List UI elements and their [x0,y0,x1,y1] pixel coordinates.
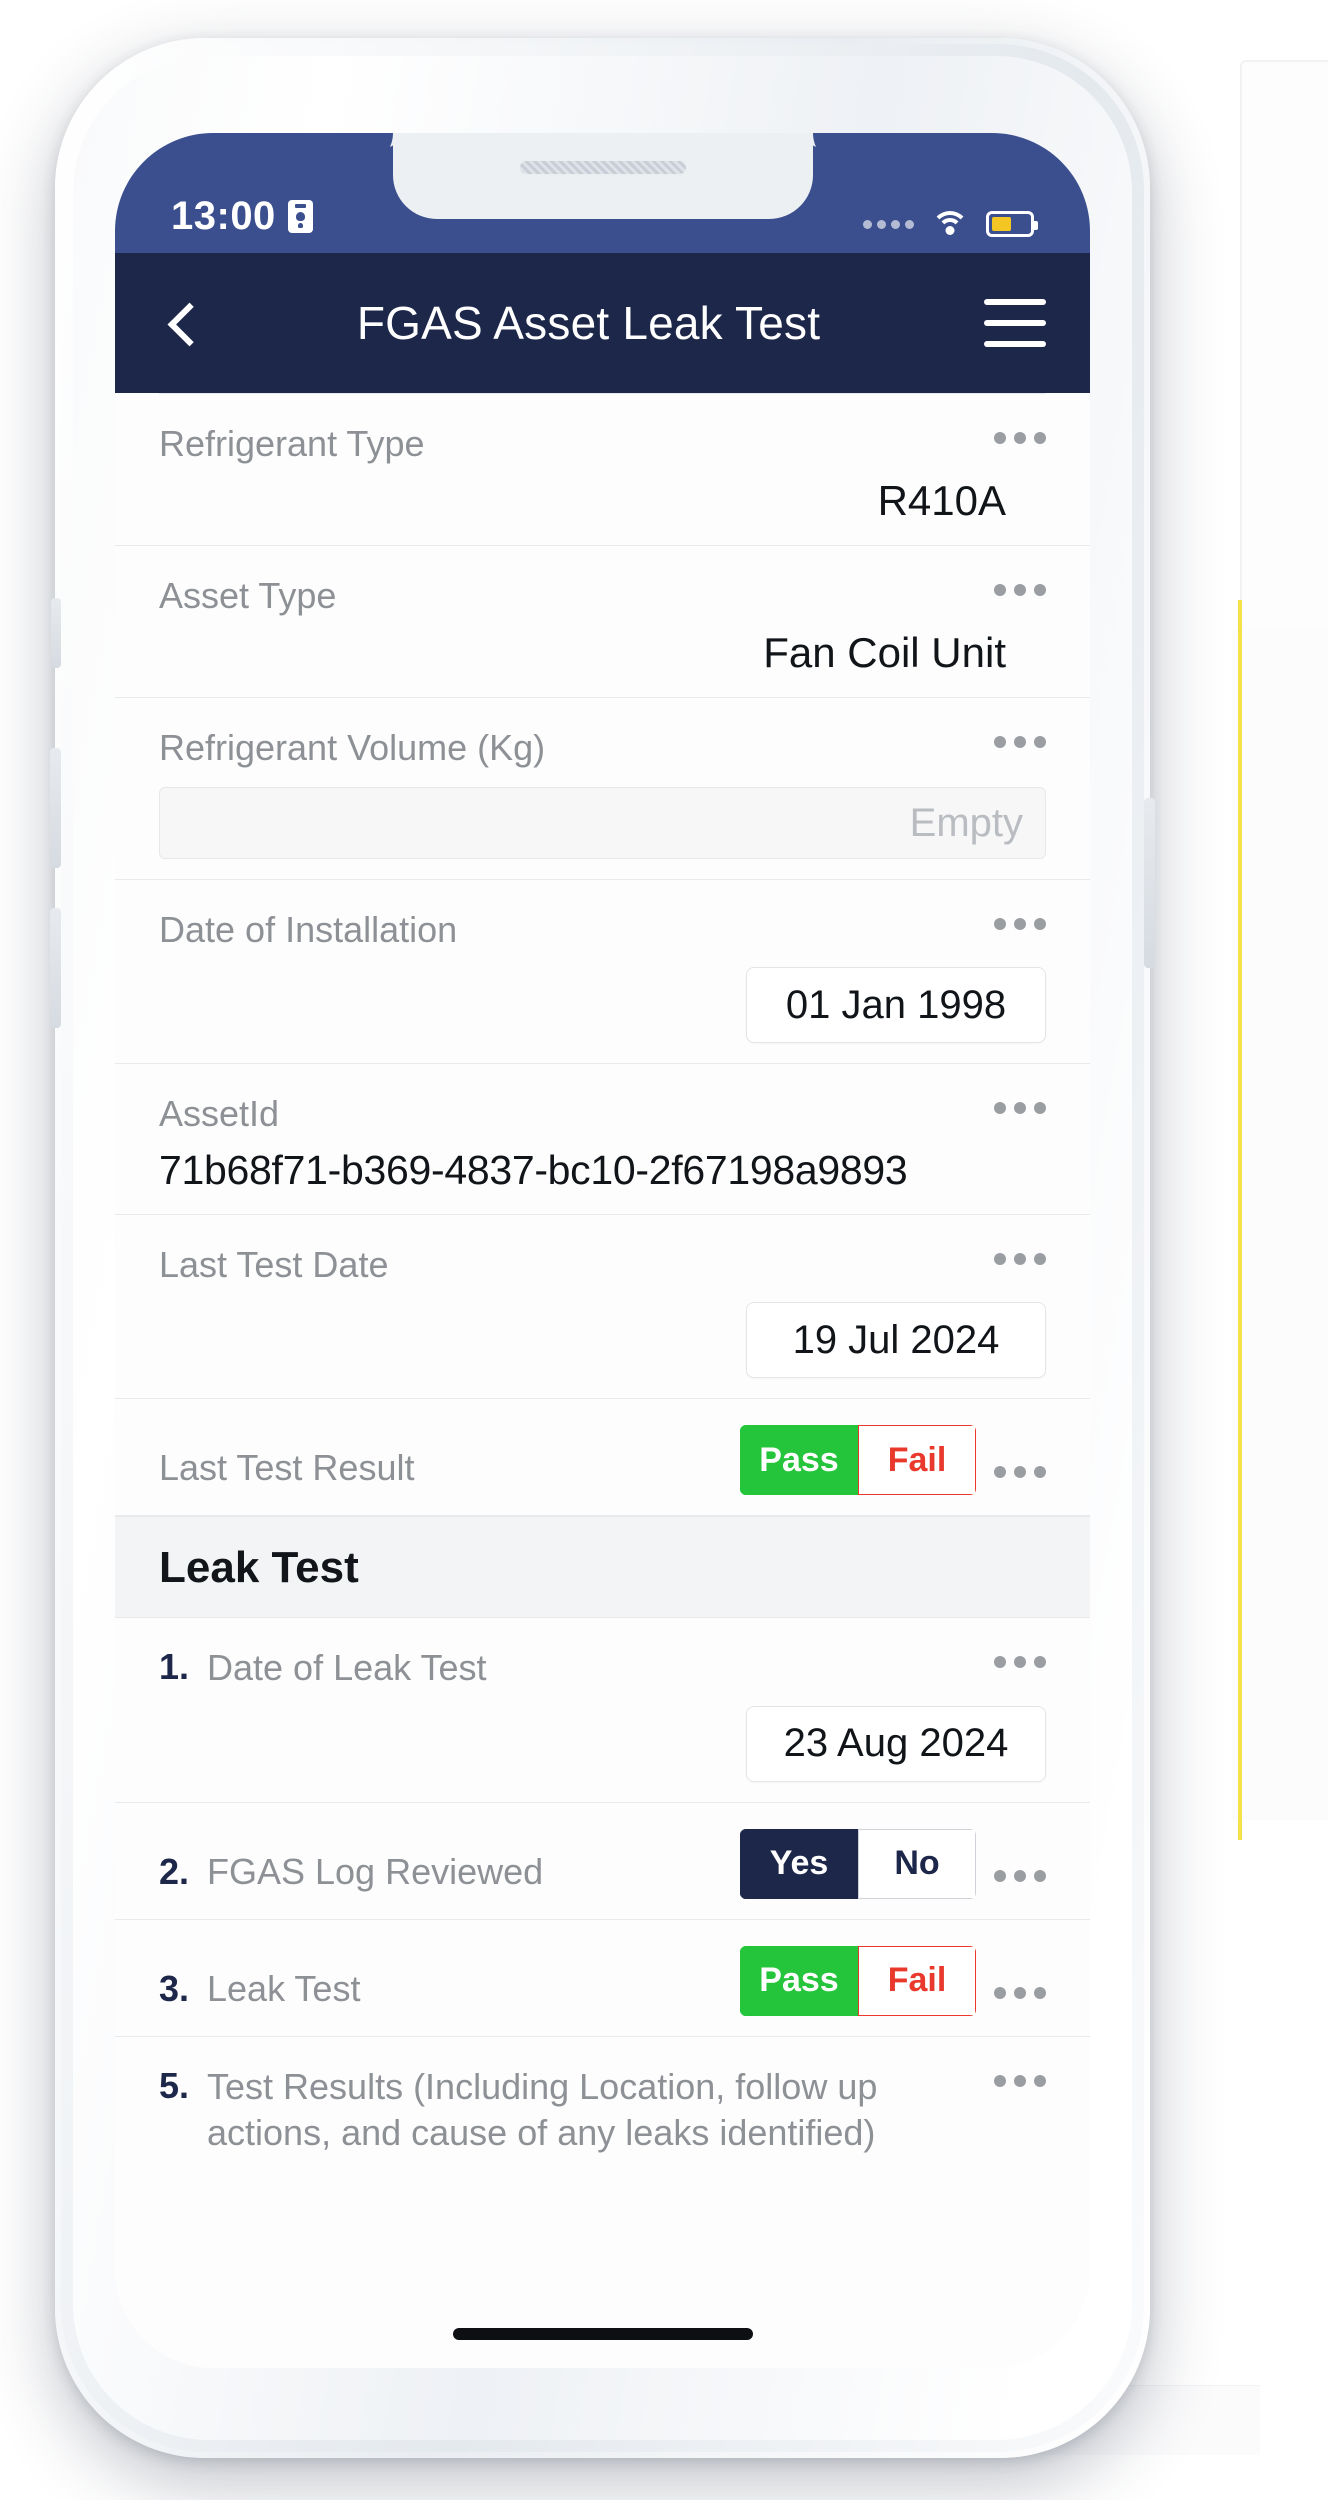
power-button[interactable] [1144,798,1155,968]
more-options-icon[interactable] [976,2063,1046,2087]
hamburger-menu-icon[interactable] [984,299,1046,347]
status-bar-left: 13:00 [171,194,313,239]
status-bar-clock: 13:00 [171,194,276,238]
field-row-date-of-installation[interactable]: Date of Installation 01 Jan 1998 [115,880,1090,1065]
field-label: FGAS Log Reviewed [207,1850,544,1892]
list-number: 1. [159,1646,190,1688]
back-chevron-icon[interactable] [159,301,203,345]
more-options-icon[interactable] [976,1241,1046,1266]
field-row-last-test-date[interactable]: Last Test Date 19 Jul 2024 [115,1215,1090,1400]
volume-up-button[interactable] [50,748,61,868]
status-bar: 13:00 [115,133,1090,253]
last-test-result-toggle[interactable]: Pass Fail [740,1425,976,1496]
date-of-leak-test-picker[interactable]: 23 Aug 2024 [746,1705,1046,1782]
leak-item-test-results[interactable]: 5. Test Results (Including Location, fol… [115,2036,1090,2176]
field-label: Refrigerant Volume (Kg) [159,727,546,769]
list-number: 5. [159,2064,190,2106]
option-pass[interactable]: Pass [740,1425,858,1496]
refrigerant-volume-input[interactable]: Empty [159,787,1046,860]
background-panel-right [1232,630,1328,1820]
option-fail[interactable]: Fail [858,1425,976,1496]
leak-item-date-of-leak-test[interactable]: 1. Date of Leak Test 23 Aug 2024 [115,1618,1090,1803]
last-test-date-picker[interactable]: 19 Jul 2024 [746,1302,1046,1379]
background-accent-stripe [1238,600,1242,1840]
field-label: Date of Installation [159,909,458,951]
field-label: AssetId [159,1093,280,1135]
phone-device: 13:00 FGAS Asset Leak Test Refrigerant T… [50,38,1155,2458]
more-options-icon[interactable] [976,906,1046,931]
leak-item-leak-test[interactable]: 3. Leak Test Pass Fail [115,1919,1090,2037]
field-row-asset-id[interactable]: AssetId 71b68f71-b369-4837-bc10-2f67198a… [115,1064,1090,1216]
more-options-icon[interactable] [976,1963,1046,1999]
field-row-refrigerant-type[interactable]: Refrigerant Type R410A [115,394,1090,547]
field-label: Date of Leak Test [207,1647,487,1689]
field-value: R410A [877,477,1006,525]
more-options-icon[interactable] [976,1090,1046,1115]
page-title: FGAS Asset Leak Test [356,297,821,349]
option-yes[interactable]: Yes [740,1828,858,1899]
field-row-last-test-result[interactable]: Last Test Result Pass Fail [115,1399,1090,1517]
field-row-refrigerant-volume[interactable]: Refrigerant Volume (Kg) Empty [115,698,1090,881]
fgas-log-reviewed-toggle[interactable]: Yes No [740,1828,976,1899]
status-bar-right [863,209,1038,239]
earpiece-speaker [517,159,688,176]
signal-dots-icon [863,219,914,229]
option-fail[interactable]: Fail [858,1945,976,2016]
field-row-asset-type[interactable]: Asset Type Fan Coil Unit [115,546,1090,699]
mute-switch[interactable] [51,598,61,668]
phone-notch [392,133,813,219]
app-header: FGAS Asset Leak Test [115,253,1090,393]
field-label: Asset Type [159,575,337,617]
form-scroll-area[interactable]: Refrigerant Type R410A Asset Type Fan Co… [115,393,1090,2368]
more-options-icon[interactable] [976,572,1046,597]
more-options-icon[interactable] [976,724,1046,749]
option-no[interactable]: No [858,1828,976,1899]
section-title: Leak Test [159,1543,359,1593]
field-label: Test Results (Including Location, follow… [207,2065,878,2153]
list-number: 3. [159,1967,190,2009]
more-options-icon[interactable] [976,1644,1046,1669]
field-value: 71b68f71-b369-4837-bc10-2f67198a9893 [159,1147,908,1194]
field-value: Fan Coil Unit [763,629,1006,677]
leak-test-result-toggle[interactable]: Pass Fail [740,1945,976,2016]
home-indicator[interactable] [452,2328,753,2340]
field-label: Last Test Date [159,1244,389,1286]
field-label: Refrigerant Type [159,423,425,464]
field-label: Last Test Result [159,1447,415,1489]
more-options-icon[interactable] [976,1442,1046,1479]
more-options-icon[interactable] [976,420,1046,444]
more-options-icon[interactable] [976,1846,1046,1882]
phone-screen: 13:00 FGAS Asset Leak Test Refrigerant T… [115,133,1090,2368]
section-header-leak-test: Leak Test [115,1516,1090,1619]
volume-down-button[interactable] [50,908,61,1028]
battery-icon [986,211,1038,237]
leak-item-fgas-log-reviewed[interactable]: 2. FGAS Log Reviewed Yes No [115,1802,1090,1920]
list-number: 2. [159,1850,190,1892]
date-of-installation-picker[interactable]: 01 Jan 1998 [746,967,1046,1044]
id-badge-icon [287,200,313,233]
field-label: Leak Test [207,1967,361,2009]
wifi-icon [930,209,970,239]
option-pass[interactable]: Pass [740,1945,858,2016]
